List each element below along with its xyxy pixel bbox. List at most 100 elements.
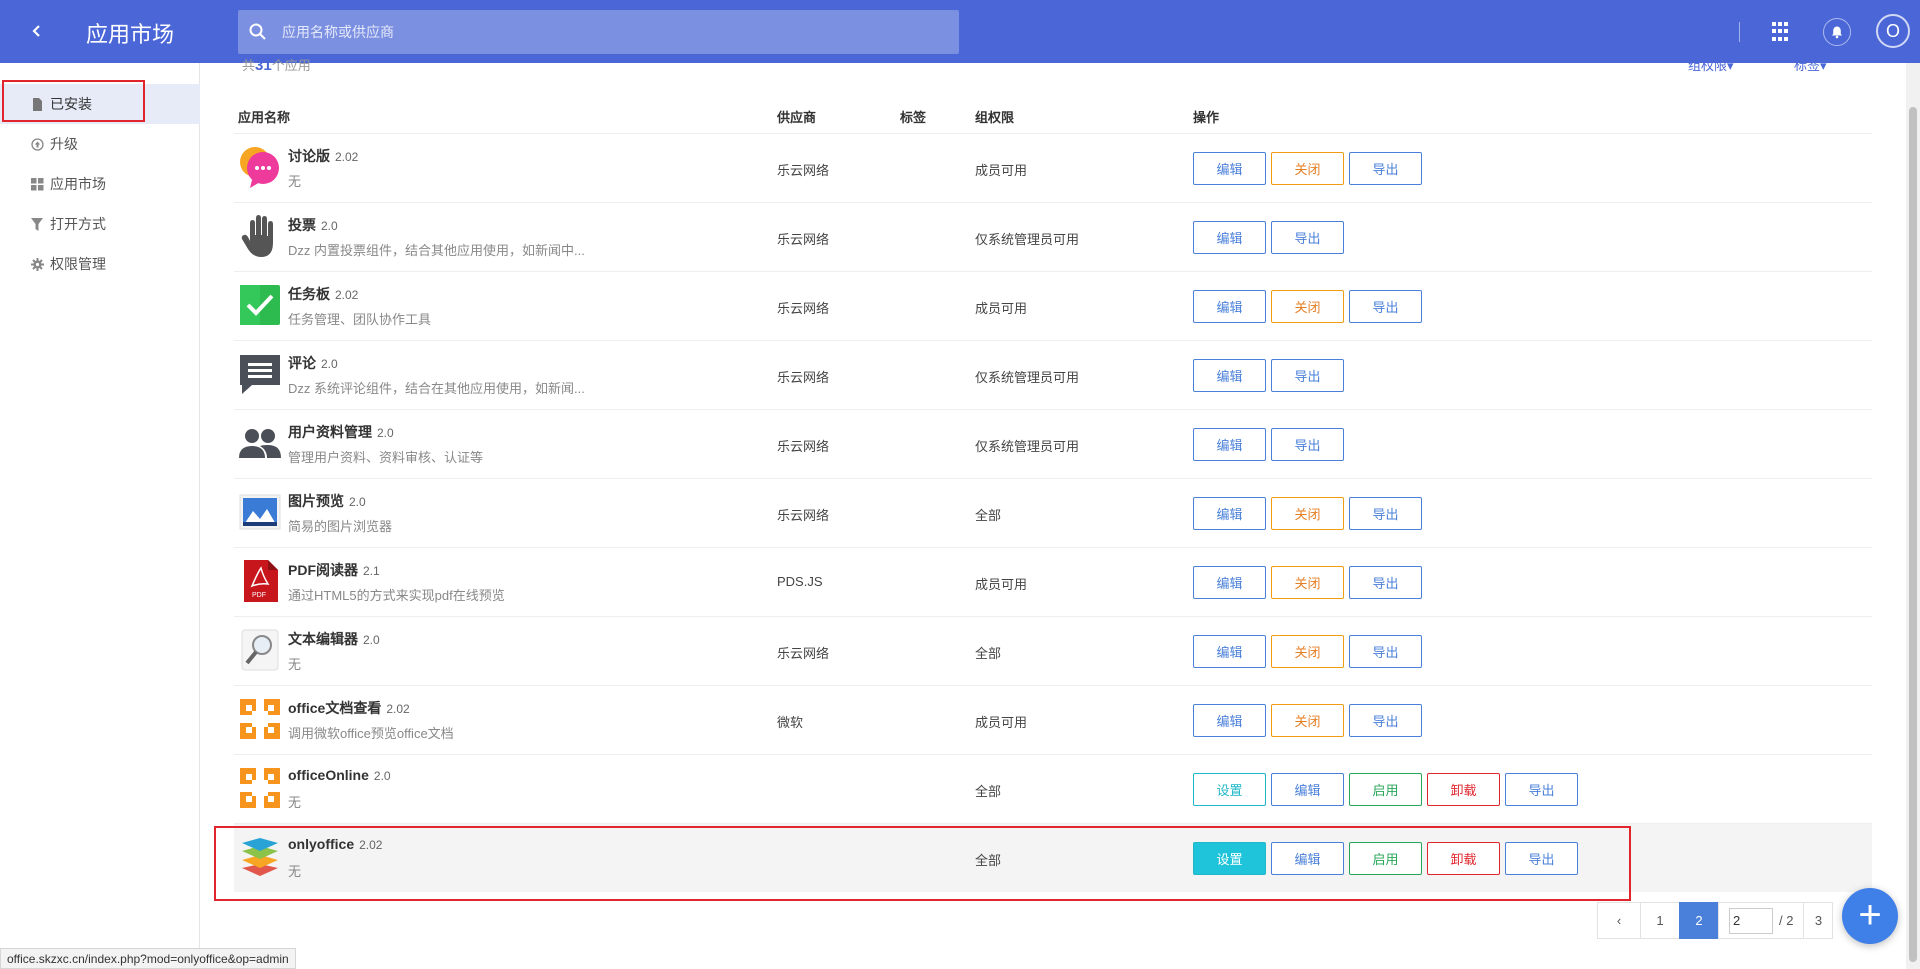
close-button[interactable]: 关闭: [1271, 566, 1344, 599]
export-button[interactable]: 导出: [1349, 152, 1422, 185]
export-button[interactable]: 导出: [1349, 497, 1422, 530]
app-description: Dzz 内置投票组件，结合其他应用使用，如新闻中...: [288, 243, 585, 258]
export-button[interactable]: 导出: [1349, 566, 1422, 599]
edit-button[interactable]: 编辑: [1271, 773, 1344, 806]
scrollbar-thumb[interactable]: [1909, 107, 1917, 962]
page-jump: / 2: [1718, 902, 1805, 939]
notification-button[interactable]: [1823, 18, 1851, 46]
edit-button[interactable]: 编辑: [1193, 152, 1266, 185]
tag-filter[interactable]: 标签▾: [1794, 55, 1827, 74]
sidebar-item-permissions[interactable]: 权限管理: [0, 244, 200, 284]
edit-button[interactable]: 编辑: [1193, 704, 1266, 737]
app-description: 无: [288, 657, 302, 672]
page-2-button[interactable]: 2: [1679, 902, 1719, 939]
app-name: 讨论版 2.02: [288, 148, 359, 164]
page-total-label: / 2: [1779, 913, 1794, 928]
close-button[interactable]: 关闭: [1271, 152, 1344, 185]
edit-button[interactable]: 编辑: [1193, 497, 1266, 530]
sidebar-item-upgrade[interactable]: 升级: [0, 124, 200, 164]
enable-button[interactable]: 启用: [1349, 773, 1422, 806]
app-name: 图片预览 2.0: [288, 493, 366, 509]
page-3-button[interactable]: 3: [1803, 902, 1834, 939]
header-divider: [1739, 22, 1740, 42]
app-permission: 成员可用: [975, 301, 1028, 316]
column-header-tag: 标签: [900, 110, 927, 125]
uninstall-button[interactable]: 卸载: [1427, 773, 1500, 806]
edit-button[interactable]: 编辑: [1193, 428, 1266, 461]
export-button[interactable]: 导出: [1271, 428, 1344, 461]
settings-button[interactable]: 设置: [1193, 773, 1266, 806]
group-permission-filter[interactable]: 组权限▾: [1688, 55, 1734, 74]
app-description: 无: [288, 795, 302, 810]
top-bar: 应用市场 O: [0, 0, 1920, 63]
sidebar-item-label: 打开方式: [50, 216, 106, 232]
edit-button[interactable]: 编辑: [1193, 290, 1266, 323]
app-name: 用户资料管理 2.0: [288, 424, 394, 440]
sidebar-item-open-method[interactable]: 打开方式: [0, 204, 200, 244]
add-app-button[interactable]: +: [1842, 888, 1898, 944]
sidebar-item-label: 权限管理: [50, 256, 106, 272]
table-row: officeOnline 2.0 无 全部 设置 编辑 启用 卸载 导出: [234, 754, 1872, 823]
edit-button[interactable]: 编辑: [1193, 566, 1266, 599]
bell-icon: [1831, 26, 1843, 39]
filter-icon: [30, 217, 44, 231]
table-row: office文档查看 2.02 调用微软office预览office文档 微软 成…: [234, 685, 1872, 754]
close-button[interactable]: 关闭: [1271, 497, 1344, 530]
app-permission: 全部: [975, 646, 1002, 661]
table-row: PDF PDF阅读器 2.1 通过HTML5的方式来实现pdf在线预览 PDS.J…: [234, 547, 1872, 616]
comment-icon: [238, 351, 282, 397]
app-permission: 仅系统管理员可用: [975, 370, 1080, 385]
table-row: 投票 2.0 Dzz 内置投票组件，结合其他应用使用，如新闻中... 乐云网络 仅…: [234, 202, 1872, 271]
column-header-vendor: 供应商: [777, 110, 817, 125]
apps-grid-icon[interactable]: [1772, 22, 1792, 42]
close-button[interactable]: 关闭: [1271, 290, 1344, 323]
search-input[interactable]: [282, 10, 942, 54]
table-row: 文本编辑器 2.0 无 乐云网络 全部 编辑 关闭 导出: [234, 616, 1872, 685]
row-actions: 设置 编辑 启用 卸载 导出: [1193, 773, 1578, 806]
magnifier-icon: [238, 627, 282, 673]
app-vendor: PDS.JS: [777, 574, 823, 589]
svg-text:PDF: PDF: [252, 592, 266, 599]
close-button[interactable]: 关闭: [1271, 635, 1344, 668]
back-button[interactable]: [22, 16, 52, 46]
row-actions: 编辑 关闭 导出: [1193, 497, 1422, 530]
page-1-button[interactable]: 1: [1640, 902, 1680, 939]
export-button[interactable]: 导出: [1271, 359, 1344, 392]
app-name: PDF阅读器 2.1: [288, 562, 380, 578]
row-actions: 编辑 关闭 导出: [1193, 290, 1422, 323]
edit-button[interactable]: 编辑: [1193, 359, 1266, 392]
sidebar-item-app-market[interactable]: 应用市场: [0, 164, 200, 204]
close-button[interactable]: 关闭: [1271, 704, 1344, 737]
app-description: 调用微软office预览office文档: [288, 726, 454, 741]
app-name: 投票 2.0: [288, 217, 338, 233]
app-permission: 成员可用: [975, 715, 1028, 730]
table-row: 图片预览 2.0 简易的图片浏览器 乐云网络 全部 编辑 关闭 导出: [234, 478, 1872, 547]
vertical-scrollbar[interactable]: [1906, 63, 1920, 969]
upgrade-icon: [30, 137, 44, 151]
grid-icon: [30, 177, 44, 191]
app-description: Dzz 系统评论组件，结合在其他应用使用，如新闻...: [288, 381, 585, 396]
app-name: 文本编辑器 2.0: [288, 631, 380, 647]
column-header-name: 应用名称: [238, 110, 291, 125]
highlight-box-onlyoffice: [214, 826, 1631, 901]
sidebar-item-label: 升级: [50, 136, 78, 152]
office-logo-icon: [238, 765, 282, 811]
app-vendor: 乐云网络: [777, 301, 830, 316]
raised-hand-icon: [238, 213, 282, 259]
export-button[interactable]: 导出: [1349, 290, 1422, 323]
export-button[interactable]: 导出: [1505, 773, 1578, 806]
gear-icon: [30, 257, 44, 271]
export-button[interactable]: 导出: [1349, 704, 1422, 737]
edit-button[interactable]: 编辑: [1193, 221, 1266, 254]
chat-bubbles-icon: [238, 144, 282, 190]
app-description: 通过HTML5的方式来实现pdf在线预览: [288, 588, 505, 603]
office-logo-icon: [238, 696, 282, 742]
edit-button[interactable]: 编辑: [1193, 635, 1266, 668]
user-avatar[interactable]: O: [1876, 14, 1910, 48]
column-header-permission: 组权限: [975, 110, 1015, 125]
export-button[interactable]: 导出: [1349, 635, 1422, 668]
export-button[interactable]: 导出: [1271, 221, 1344, 254]
prev-page-button[interactable]: ‹: [1597, 902, 1641, 939]
app-count: 共31个应用: [242, 57, 311, 74]
page-number-input[interactable]: [1729, 907, 1773, 934]
